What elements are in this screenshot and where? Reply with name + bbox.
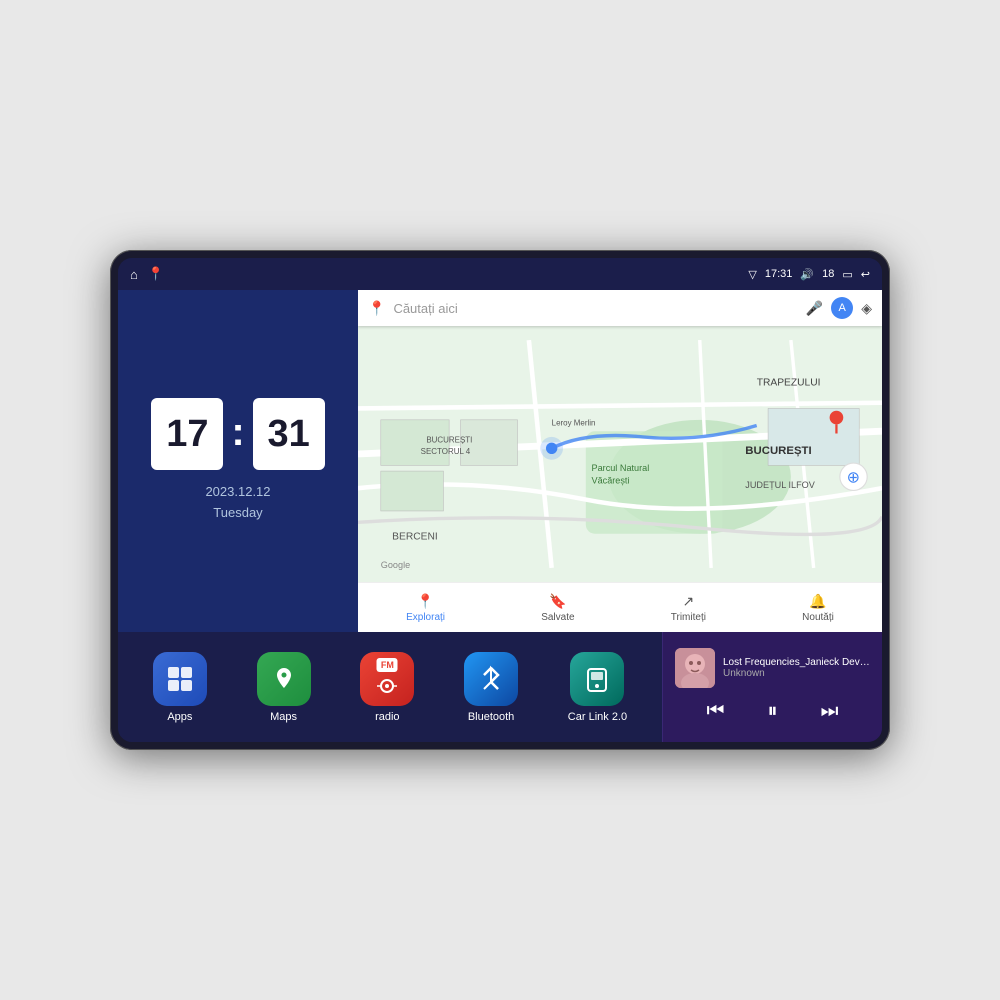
battery-level: 18 bbox=[822, 268, 834, 280]
volume-icon: 🔊 bbox=[800, 268, 814, 281]
app-item-carlink[interactable]: Car Link 2.0 bbox=[568, 652, 627, 723]
clock-panel: 17 : 31 2023.12.12 Tuesday bbox=[118, 290, 358, 632]
clock-minute: 31 bbox=[253, 398, 325, 470]
map-view[interactable]: TRAPEZULUI BUCUREȘTI JUDEȚUL ILFOV BERCE… bbox=[358, 326, 882, 582]
music-panel: Lost Frequencies_Janieck Devy-... Unknow… bbox=[662, 632, 882, 742]
map-search-input[interactable]: Căutați aici bbox=[393, 301, 797, 316]
music-title: Lost Frequencies_Janieck Devy-... bbox=[723, 657, 870, 668]
clock-date: 2023.12.12 Tuesday bbox=[205, 482, 270, 524]
prev-button[interactable]: ⏮ bbox=[703, 696, 729, 727]
svg-text:BUCUREȘTI: BUCUREȘTI bbox=[745, 445, 811, 457]
user-avatar[interactable]: A bbox=[831, 297, 853, 319]
map-background: TRAPEZULUI BUCUREȘTI JUDEȚUL ILFOV BERCE… bbox=[358, 326, 882, 582]
status-bar-right: ▽ 17:31 🔊 18 ▭ ↩ bbox=[748, 268, 870, 281]
news-label: Noutăți bbox=[802, 612, 834, 623]
saved-icon: 🔖 bbox=[549, 593, 566, 610]
bluetooth-icon bbox=[464, 652, 518, 706]
svg-text:BUCUREȘTI: BUCUREȘTI bbox=[426, 436, 472, 445]
map-footer-saved[interactable]: 🔖 Salvate bbox=[541, 593, 574, 623]
svg-text:Leroy Merlin: Leroy Merlin bbox=[552, 419, 596, 428]
music-info: Lost Frequencies_Janieck Devy-... Unknow… bbox=[723, 657, 870, 679]
play-pause-button[interactable]: ⏸ bbox=[764, 696, 782, 727]
maps-status-icon[interactable]: 📍 bbox=[148, 266, 164, 282]
map-logo-icon: 📍 bbox=[368, 300, 385, 317]
app-item-radio[interactable]: FM radio bbox=[360, 652, 414, 723]
apps-icon bbox=[153, 652, 207, 706]
back-icon[interactable]: ↩ bbox=[861, 268, 870, 281]
saved-label: Salvate bbox=[541, 612, 574, 623]
music-top: Lost Frequencies_Janieck Devy-... Unknow… bbox=[675, 648, 870, 688]
status-bar-left: ⌂ 📍 bbox=[130, 266, 164, 282]
main-content: 17 : 31 2023.12.12 Tuesday 📍 Căutați aic… bbox=[118, 290, 882, 742]
share-label: Trimiteți bbox=[671, 612, 706, 623]
map-footer: 📍 Explorați 🔖 Salvate ↗ Trimiteți 🔔 bbox=[358, 582, 882, 632]
app-item-maps[interactable]: Maps bbox=[257, 652, 311, 723]
clock-day: Tuesday bbox=[205, 503, 270, 524]
radio-icon: FM bbox=[360, 652, 414, 706]
svg-text:⊕: ⊕ bbox=[847, 469, 860, 486]
device-screen: ⌂ 📍 ▽ 17:31 🔊 18 ▭ ↩ 17 : 31 bbox=[118, 258, 882, 742]
share-icon: ↗ bbox=[682, 593, 694, 610]
carlink-icon bbox=[570, 652, 624, 706]
apps-panel: Apps Maps FM bbox=[118, 632, 662, 742]
explore-icon: 📍 bbox=[417, 593, 434, 610]
map-footer-share[interactable]: ↗ Trimiteți bbox=[671, 593, 706, 623]
layers-icon[interactable]: ◈ bbox=[861, 300, 872, 317]
app-item-bluetooth[interactable]: Bluetooth bbox=[464, 652, 518, 723]
maps-icon bbox=[257, 652, 311, 706]
next-button[interactable]: ⏭ bbox=[817, 696, 843, 727]
svg-text:Parcul Natural: Parcul Natural bbox=[592, 463, 650, 473]
music-album-art bbox=[675, 648, 715, 688]
status-bar: ⌂ 📍 ▽ 17:31 🔊 18 ▭ ↩ bbox=[118, 258, 882, 290]
svg-text:BERCENI: BERCENI bbox=[392, 531, 438, 542]
mic-icon[interactable]: 🎤 bbox=[806, 300, 823, 317]
battery-icon: ▭ bbox=[842, 268, 852, 281]
clock-date-value: 2023.12.12 bbox=[205, 482, 270, 503]
home-icon[interactable]: ⌂ bbox=[130, 267, 138, 282]
svg-text:JUDEȚUL ILFOV: JUDEȚUL ILFOV bbox=[745, 480, 815, 490]
top-section: 17 : 31 2023.12.12 Tuesday 📍 Căutați aic… bbox=[118, 290, 882, 632]
clock-hour: 17 bbox=[151, 398, 223, 470]
map-svg: TRAPEZULUI BUCUREȘTI JUDEȚUL ILFOV BERCE… bbox=[358, 326, 882, 582]
map-footer-news[interactable]: 🔔 Noutăți bbox=[802, 593, 834, 623]
status-time: 17:31 bbox=[765, 268, 793, 280]
svg-text:Văcărești: Văcărești bbox=[592, 476, 630, 486]
music-artist: Unknown bbox=[723, 668, 870, 679]
explore-label: Explorați bbox=[406, 612, 445, 623]
map-panel[interactable]: 📍 Căutați aici 🎤 A ◈ bbox=[358, 290, 882, 632]
news-icon: 🔔 bbox=[809, 593, 826, 610]
carlink-label: Car Link 2.0 bbox=[568, 711, 627, 723]
maps-label: Maps bbox=[270, 711, 297, 723]
music-controls: ⏮ ⏸ ⏭ bbox=[675, 696, 870, 727]
app-item-apps[interactable]: Apps bbox=[153, 652, 207, 723]
svg-text:SECTORUL 4: SECTORUL 4 bbox=[421, 447, 471, 456]
map-header-icons: 🎤 A ◈ bbox=[806, 297, 872, 319]
radio-label: radio bbox=[375, 711, 399, 723]
clock-display: 17 : 31 bbox=[151, 398, 324, 470]
car-head-unit: ⌂ 📍 ▽ 17:31 🔊 18 ▭ ↩ 17 : 31 bbox=[110, 250, 890, 750]
map-search-bar[interactable]: 📍 Căutați aici 🎤 A ◈ bbox=[358, 290, 882, 326]
svg-text:Google: Google bbox=[381, 560, 410, 570]
bottom-section: Apps Maps FM bbox=[118, 632, 882, 742]
svg-text:TRAPEZULUI: TRAPEZULUI bbox=[757, 378, 821, 389]
clock-colon: : bbox=[231, 412, 244, 452]
apps-label: Apps bbox=[167, 711, 192, 723]
signal-icon: ▽ bbox=[748, 268, 756, 281]
map-footer-explore[interactable]: 📍 Explorați bbox=[406, 593, 445, 623]
bluetooth-label: Bluetooth bbox=[468, 711, 514, 723]
